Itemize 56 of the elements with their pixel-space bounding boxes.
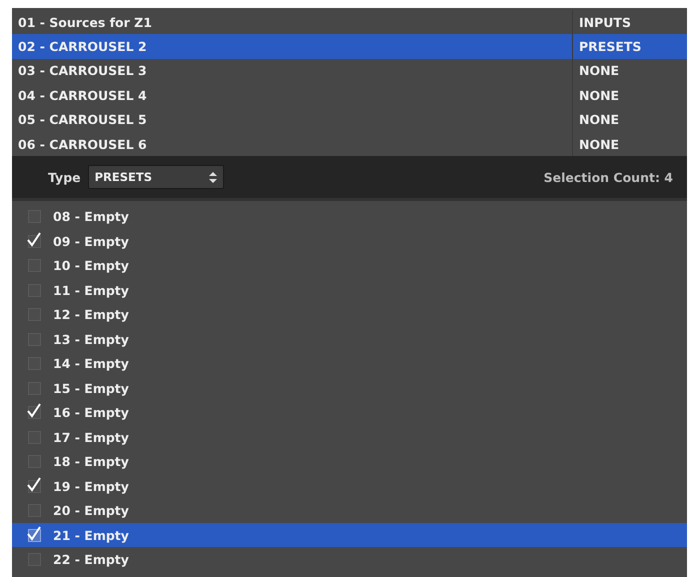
selection-count: Selection Count: 4 (544, 170, 673, 185)
item-label: 21 - Empty (53, 528, 129, 543)
source-name: 01 - Sources for Z1 (17, 14, 153, 32)
list-item[interactable]: 12 - Empty (12, 302, 687, 327)
item-label: 12 - Empty (53, 307, 129, 322)
item-label: 16 - Empty (53, 405, 129, 420)
item-label: 14 - Empty (53, 356, 129, 372)
source-name: 02 - CARROUSEL 2 (17, 38, 148, 56)
source-type: NONE (572, 83, 687, 108)
item-label: 22 - Empty (53, 552, 129, 568)
source-name: 04 - CARROUSEL 4 (17, 86, 148, 105)
stepper-icon (208, 172, 217, 183)
checkbox[interactable] (28, 480, 41, 493)
source-type: NONE (572, 58, 687, 84)
source-type: NONE (572, 108, 687, 132)
item-label: 19 - Empty (53, 478, 129, 494)
checkbox[interactable] (28, 528, 41, 542)
list-item[interactable]: 15 - Empty (12, 376, 687, 400)
list-item[interactable]: 11 - Empty (12, 278, 687, 302)
checkmark-icon (26, 476, 42, 492)
item-label: 13 - Empty (53, 332, 129, 347)
source-row[interactable]: 05 - CARROUSEL 5 NONE (12, 108, 687, 132)
item-label: 10 - Empty (53, 258, 129, 274)
item-label: 17 - Empty (53, 430, 129, 445)
list-item[interactable]: 08 - Empty (12, 204, 687, 229)
list-item[interactable]: 18 - Empty (12, 449, 687, 474)
list-item[interactable]: 17 - Empty (12, 424, 687, 450)
checkbox[interactable] (28, 406, 41, 420)
list-item[interactable]: 10 - Empty (12, 253, 687, 278)
checkmark-icon (26, 402, 42, 418)
list-item[interactable]: 20 - Empty (12, 498, 687, 523)
item-label: 20 - Empty (53, 503, 129, 518)
source-row[interactable]: 02 - CARROUSEL 2 PRESETS (12, 34, 687, 59)
source-row[interactable]: 04 - CARROUSEL 4 NONE (12, 83, 687, 108)
item-label: 11 - Empty (53, 282, 129, 298)
source-name: 03 - CARROUSEL 3 (17, 62, 148, 80)
list-item[interactable]: 22 - Empty (12, 547, 687, 572)
list-item[interactable]: 19 - Empty (12, 474, 687, 498)
item-label: 08 - Empty (53, 209, 129, 224)
item-label: 09 - Empty (53, 234, 129, 249)
list-item[interactable]: 16 - Empty (12, 400, 687, 425)
item-label: 18 - Empty (53, 454, 129, 470)
type-label: Type (48, 170, 81, 185)
source-type: PRESETS (572, 34, 687, 59)
list-item[interactable]: 21 - Empty (12, 522, 687, 548)
checkbox[interactable] (28, 234, 41, 248)
list-item[interactable]: 14 - Empty (12, 351, 687, 376)
checkmark-icon (26, 230, 42, 247)
list-item[interactable]: 09 - Empty (12, 228, 687, 254)
source-name: 05 - CARROUSEL 5 (17, 111, 148, 130)
list-item[interactable]: 13 - Empty (12, 326, 687, 352)
item-label: 15 - Empty (53, 380, 129, 396)
source-row[interactable]: 03 - CARROUSEL 3 NONE (12, 58, 687, 84)
type-dropdown[interactable]: PRESETS (88, 165, 224, 190)
source-name: 06 - CARROUSEL 6 (17, 136, 148, 154)
checkmark-icon (26, 524, 42, 541)
